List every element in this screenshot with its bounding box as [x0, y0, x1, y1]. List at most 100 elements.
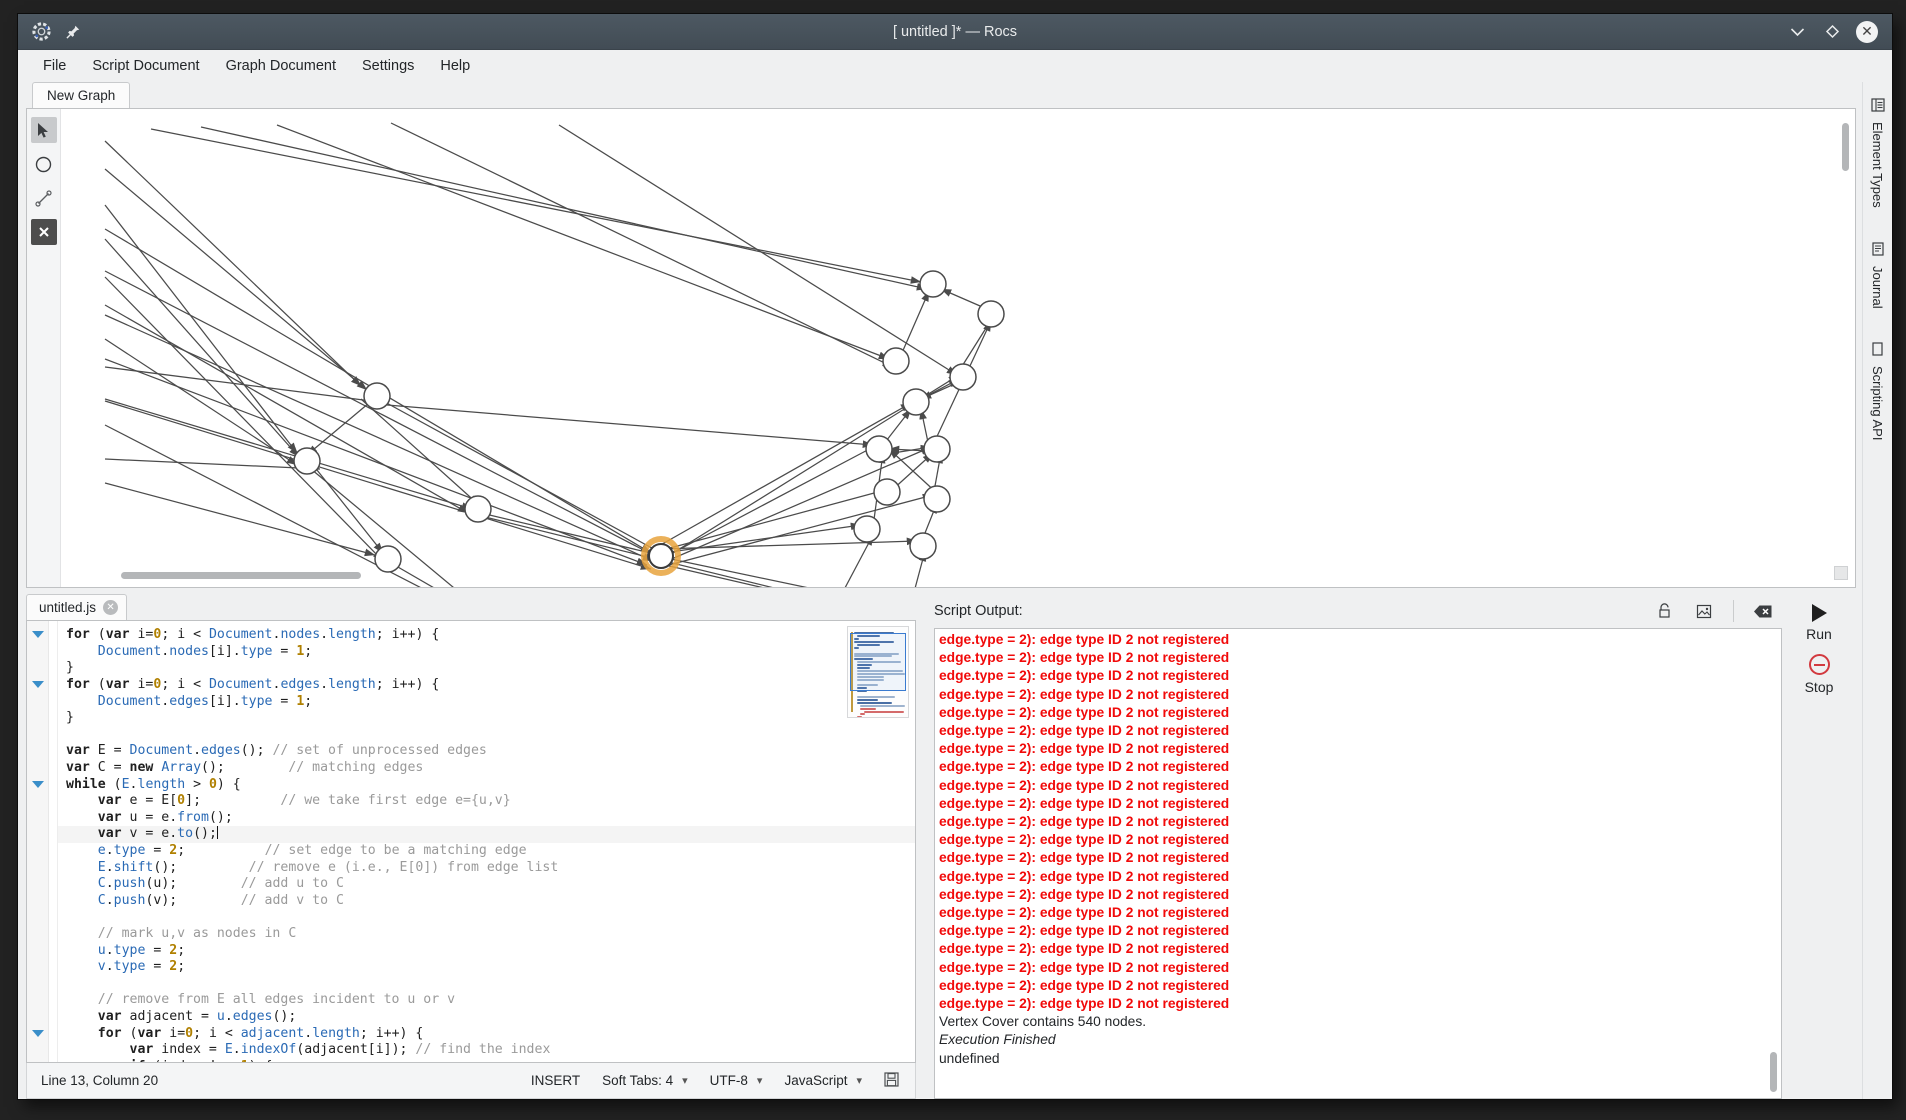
window-body: New Graph: [18, 82, 1892, 1099]
code-line: if (index != -1) {: [66, 1059, 915, 1062]
output-error-line: edge.type = 2): edge type ID 2 not regis…: [939, 977, 1781, 995]
code-line: var e = E[0]; // we take first edge e={u…: [66, 793, 915, 810]
play-icon: [1812, 604, 1827, 622]
output-error-line: edge.type = 2): edge type ID 2 not regis…: [939, 758, 1781, 776]
code-line: Document.nodes[i].type = 1;: [66, 644, 915, 661]
tab-new-graph[interactable]: New Graph: [32, 82, 130, 108]
close-icon[interactable]: ✕: [103, 600, 118, 615]
minimap-line: [857, 696, 895, 698]
fold-gutter[interactable]: [27, 621, 49, 1062]
close-icon: ✕: [1861, 23, 1873, 40]
script-tab-bar: untitled.js ✕: [26, 594, 916, 620]
code-line: }: [66, 710, 915, 727]
minimap-viewport[interactable]: [850, 633, 906, 691]
code-line: u.type = 2;: [66, 943, 915, 960]
code-line: // mark u,v as nodes in C: [66, 926, 915, 943]
menu-graph-document[interactable]: Graph Document: [215, 54, 347, 78]
clear-output-icon[interactable]: [1752, 601, 1774, 621]
insert-mode[interactable]: INSERT: [531, 1073, 580, 1088]
output-error-line: edge.type = 2): edge type ID 2 not regis…: [939, 722, 1781, 740]
minimap-line: [857, 716, 862, 718]
code-editor[interactable]: for (var i=0; i < Document.nodes.length;…: [26, 620, 916, 1063]
encoding-select[interactable]: UTF-8 ▾: [710, 1073, 763, 1088]
fold-arrow-icon[interactable]: [32, 631, 44, 638]
language-select[interactable]: JavaScript ▾: [784, 1073, 862, 1088]
minimap-line: [864, 711, 905, 713]
selected-node: [644, 539, 678, 573]
gutter-separator: [49, 621, 58, 1062]
code-line: var adjacent = u.edges();: [66, 1009, 915, 1026]
window-title: [ untitled ]* — Rocs: [18, 14, 1892, 50]
run-button[interactable]: Run: [1800, 600, 1838, 646]
fold-arrow-icon[interactable]: [32, 681, 44, 688]
lock-icon[interactable]: [1653, 601, 1675, 621]
output-error-line: edge.type = 2): edge type ID 2 not regis…: [939, 631, 1781, 649]
graph-canvas[interactable]: [61, 109, 1855, 587]
add-edge-tool[interactable]: [31, 185, 57, 211]
restore-button[interactable]: [1821, 21, 1843, 43]
main-column: New Graph: [18, 82, 1862, 1099]
output-error-line: edge.type = 2): edge type ID 2 not regis…: [939, 795, 1781, 813]
pin-icon[interactable]: [62, 21, 84, 43]
output-error-line: edge.type = 2): edge type ID 2 not regis…: [939, 904, 1781, 922]
graph-drawing: [61, 109, 1821, 587]
stop-button[interactable]: Stop: [1799, 650, 1840, 699]
code-line: // remove from E all edges incident to u…: [66, 992, 915, 1009]
sidebar-item-label: Scripting API: [1870, 366, 1885, 440]
output-error-line: edge.type = 2): edge type ID 2 not regis…: [939, 831, 1781, 849]
menu-help[interactable]: Help: [429, 54, 481, 78]
delete-tool[interactable]: [31, 219, 57, 245]
minimap-line: [857, 699, 878, 701]
minimap-line: [860, 708, 875, 710]
image-export-icon[interactable]: [1693, 601, 1715, 621]
menu-script-document[interactable]: Script Document: [81, 54, 210, 78]
sidebar-item-label: Journal: [1870, 266, 1885, 309]
select-tool[interactable]: [31, 117, 57, 143]
output-error-line: edge.type = 2): edge type ID 2 not regis…: [939, 849, 1781, 867]
chevron-down-icon: ▾: [757, 1074, 763, 1087]
rocs-gear-icon: [30, 21, 52, 43]
sidebar-item-journal[interactable]: Journal: [1868, 238, 1887, 313]
output-line: Execution Finished: [939, 1031, 1781, 1049]
fold-arrow-icon[interactable]: [32, 1030, 44, 1037]
code-line: e.type = 2; // set edge to be a matching…: [66, 843, 915, 860]
graph-resize-corner[interactable]: [1834, 566, 1848, 580]
soft-tabs-select[interactable]: Soft Tabs: 4 ▾: [602, 1073, 688, 1088]
output-scrollbar[interactable]: [1770, 1052, 1777, 1092]
code-line: [66, 909, 915, 926]
output-error-line: edge.type = 2): edge type ID 2 not regis…: [939, 686, 1781, 704]
minimize-button[interactable]: [1786, 21, 1808, 43]
menu-settings[interactable]: Settings: [351, 54, 425, 78]
save-disk-icon[interactable]: [884, 1072, 899, 1090]
output-error-line: edge.type = 2): edge type ID 2 not regis…: [939, 777, 1781, 795]
graph-horizontal-scrollbar[interactable]: [121, 572, 361, 579]
add-node-tool[interactable]: [31, 151, 57, 177]
journal-icon: [1871, 242, 1885, 259]
cursor-position: Line 13, Column 20: [27, 1073, 158, 1088]
output-error-line: edge.type = 2): edge type ID 2 not regis…: [939, 649, 1781, 667]
minimap-line: [860, 713, 865, 715]
output-line: Vertex Cover contains 540 nodes.: [939, 1013, 1781, 1031]
output-error-line: edge.type = 2): edge type ID 2 not regis…: [939, 740, 1781, 758]
code-line: var C = new Array(); // matching edges: [66, 760, 915, 777]
code-minimap[interactable]: [847, 626, 909, 718]
sidebar-item-element-types[interactable]: Element Types: [1868, 94, 1887, 212]
graph-vertical-scrollbar[interactable]: [1842, 123, 1849, 171]
graph-panel: [26, 108, 1856, 588]
output-error-line: edge.type = 2): edge type ID 2 not regis…: [939, 704, 1781, 722]
code-line: var index = E.indexOf(adjacent[i]); // f…: [66, 1042, 915, 1059]
script-output-box[interactable]: edge.type = 2): edge type ID 2 not regis…: [934, 628, 1782, 1099]
language-label: JavaScript: [784, 1073, 847, 1088]
tab-untitled-js[interactable]: untitled.js ✕: [26, 594, 127, 620]
output-column: Script Output:: [916, 594, 1782, 1099]
output-line: undefined: [939, 1050, 1781, 1068]
menu-file[interactable]: File: [32, 54, 77, 78]
rocs-application-window: [ untitled ]* — Rocs ✕ File Script Docum…: [18, 14, 1892, 1099]
editor-column: untitled.js ✕ for (var i=0; i < Document…: [26, 594, 916, 1099]
fold-arrow-icon[interactable]: [32, 781, 44, 788]
minimap-line: [860, 705, 905, 707]
code-text[interactable]: for (var i=0; i < Document.nodes.length;…: [58, 621, 915, 1062]
close-button[interactable]: ✕: [1856, 21, 1878, 43]
sidebar-item-scripting-api[interactable]: Scripting API: [1868, 338, 1887, 444]
text-caret: [217, 826, 218, 839]
